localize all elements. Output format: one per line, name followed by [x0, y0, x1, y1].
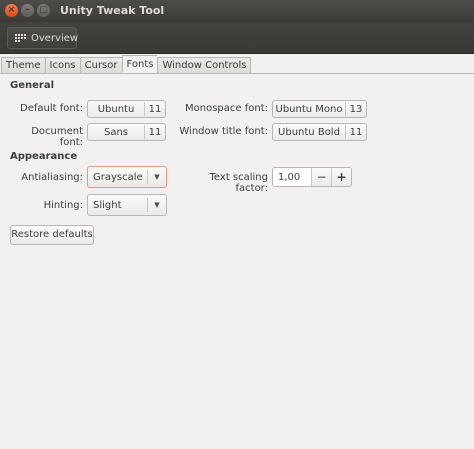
monospace-font-size: 13 [349, 103, 363, 115]
minimize-window-icon[interactable]: – [21, 4, 34, 17]
dropdown-arrow-icon: ▼ [154, 173, 160, 181]
text-scaling-spinner[interactable]: 1,00 − + [272, 167, 352, 187]
window-title-font-label: Window title font: [179, 126, 268, 137]
general-heading: General [10, 80, 54, 91]
default-font-label: Default font: [20, 103, 83, 114]
increase-button[interactable]: + [331, 168, 351, 186]
toolbar: Overview [0, 22, 474, 54]
document-font-button[interactable]: Sans 11 [87, 123, 166, 141]
window-title-font-button[interactable]: Ubuntu Bold 11 [272, 123, 367, 141]
decrease-button[interactable]: − [311, 168, 331, 186]
tab-bar: Theme Icons Cursor Fonts Window Controls [1, 55, 252, 74]
document-font-label: Document font: [31, 126, 83, 148]
overview-button[interactable]: Overview [7, 27, 79, 49]
tab-icons[interactable]: Icons [44, 57, 80, 74]
window-title-font-name: Ubuntu Bold [278, 126, 340, 138]
overview-label: Overview [31, 32, 79, 44]
document-font-size: 11 [148, 126, 162, 138]
default-font-button[interactable]: Ubuntu 11 [87, 100, 166, 118]
monospace-font-button[interactable]: Ubuntu Mono 13 [272, 100, 367, 118]
tab-window-controls[interactable]: Window Controls [157, 57, 252, 74]
hinting-label: Hinting: [43, 200, 83, 211]
window-title: Unity Tweak Tool [60, 4, 165, 17]
antialiasing-combo[interactable]: Grayscale ▼ [87, 166, 167, 188]
default-font-name: Ubuntu [97, 103, 135, 115]
antialiasing-value: Grayscale [93, 171, 143, 183]
default-font-size: 11 [148, 103, 162, 115]
dropdown-arrow-icon: ▼ [154, 201, 160, 209]
text-scaling-label: Text scaling factor: [209, 172, 268, 194]
grid-icon [15, 34, 26, 42]
restore-defaults-button[interactable]: Restore defaults [10, 225, 94, 245]
tab-fonts[interactable]: Fonts [121, 55, 158, 73]
title-bar: × – □ Unity Tweak Tool [0, 0, 474, 22]
maximize-window-icon[interactable]: □ [37, 4, 50, 17]
app-window: × – □ Unity Tweak Tool Overview Theme Ic… [0, 0, 474, 449]
monospace-font-name: Ubuntu Mono [275, 103, 343, 115]
hinting-combo[interactable]: Slight ▼ [87, 194, 167, 216]
document-font-name: Sans [103, 126, 129, 138]
tab-cursor[interactable]: Cursor [79, 57, 122, 74]
tab-theme[interactable]: Theme [1, 57, 45, 74]
appearance-heading: Appearance [10, 151, 78, 162]
close-window-icon[interactable]: × [5, 4, 18, 17]
window-title-font-size: 11 [349, 126, 363, 138]
antialiasing-label: Antialiasing: [21, 172, 83, 183]
hinting-value: Slight [93, 199, 122, 211]
monospace-font-label: Monospace font: [185, 103, 268, 114]
text-scaling-value[interactable]: 1,00 [273, 172, 311, 183]
